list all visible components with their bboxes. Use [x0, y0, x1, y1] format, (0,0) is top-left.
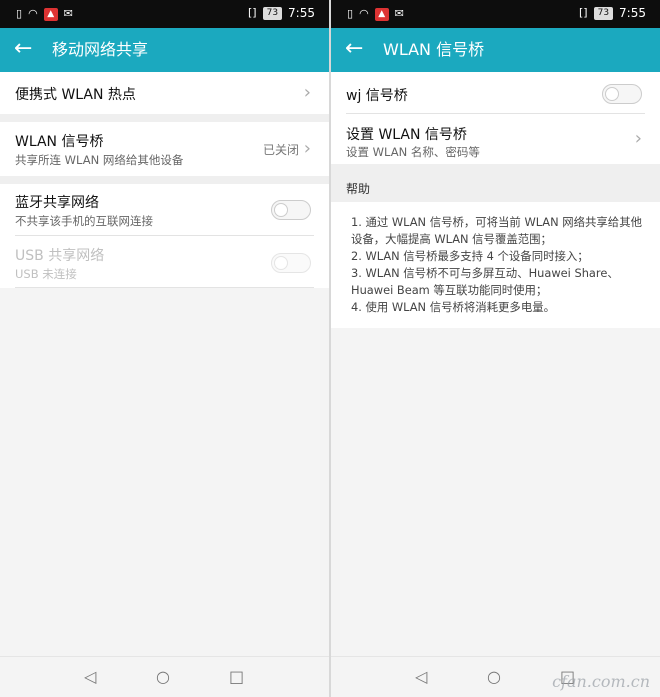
settings-list: wj 信号桥 设置 WLAN 信号桥 设置 WLAN 名称、密码等 › 帮助 1… — [331, 72, 660, 328]
help-text: 1. 通过 WLAN 信号桥，可将当前 WLAN 网络共享给其他设备，大幅提高 … — [331, 202, 660, 328]
nav-home-icon[interactable]: ○ — [487, 667, 501, 687]
list-item-title: USB 共享网络 — [15, 248, 105, 264]
help-header-label: 帮助 — [346, 182, 371, 196]
message-icon: ✉ — [394, 7, 404, 20]
bluetooth-tethering-toggle[interactable] — [271, 200, 311, 220]
alert-icon: ▲ — [374, 7, 389, 21]
section-gap — [331, 164, 660, 172]
vibrate-icon: [] — [248, 6, 257, 19]
settings-list: 便携式 WLAN 热点 › WLAN 信号桥 共享所连 WLAN 网络给其他设备… — [0, 72, 329, 288]
status-text: 已关闭 — [262, 143, 299, 157]
status-bar: ▯ ◠ ▲ ✉ [] 73 7:55 — [0, 0, 329, 28]
wj-bridge-toggle[interactable] — [602, 84, 642, 104]
chevron-right-icon: › — [303, 138, 311, 159]
toggle-knob — [274, 256, 288, 270]
app-bar: ← WLAN 信号桥 — [331, 28, 660, 72]
list-item-usb-tethering: USB 共享网络 USB 未连接 — [0, 236, 329, 288]
list-item-bluetooth-tethering: 蓝牙共享网络 不共享该手机的互联网连接 — [0, 184, 329, 236]
chevron-right-icon: › — [303, 82, 311, 103]
message-icon: ✉ — [63, 7, 73, 20]
toggle-knob — [274, 203, 288, 217]
list-item-wj-bridge: wj 信号桥 — [331, 72, 660, 114]
wifi-icon: ◠ — [28, 7, 38, 20]
list-item-wlan-bridge[interactable]: WLAN 信号桥 共享所连 WLAN 网络给其他设备 已关闭 › — [0, 122, 329, 176]
status-icons-left: ▯ ◠ ▲ ✉ — [347, 7, 404, 21]
usb-tethering-toggle[interactable] — [271, 253, 311, 273]
help-line: 3. WLAN 信号桥不可与多屏互动、Huawei Share、Huawei B… — [351, 266, 619, 297]
help-line: 2. WLAN 信号桥最多支持 4 个设备同时接入； — [351, 249, 589, 263]
list-item-title: 便携式 WLAN 热点 — [15, 87, 136, 103]
list-item-subtitle: 设置 WLAN 名称、密码等 — [346, 145, 480, 159]
status-icons-left: ▯ ◠ ▲ ✉ — [16, 7, 73, 21]
nav-back-icon[interactable]: ◁ — [84, 667, 96, 687]
vibrate-icon: [] — [579, 6, 588, 19]
divider — [15, 287, 314, 288]
right-screen: ▯ ◠ ▲ ✉ [] 73 7:55 ← WLAN 信号桥 wj 信号桥 设置 … — [331, 0, 660, 697]
phone-icon: ▯ — [347, 7, 354, 20]
toggle-knob — [605, 87, 619, 101]
clock: 7:55 — [619, 6, 646, 20]
list-item-wlan-bridge-settings[interactable]: 设置 WLAN 信号桥 设置 WLAN 名称、密码等 › — [331, 114, 660, 164]
list-item-title: 蓝牙共享网络 — [15, 195, 99, 211]
nav-home-icon[interactable]: ○ — [156, 667, 170, 687]
back-arrow-icon[interactable]: ← — [14, 37, 32, 61]
help-line: 4. 使用 WLAN 信号桥将消耗更多电量。 — [351, 300, 555, 314]
watermark: cfan.com.cn — [552, 672, 650, 691]
navigation-bar: ◁ ○ □ cfan.com.cn — [331, 656, 660, 697]
battery-level: 73 — [262, 6, 283, 20]
navigation-bar: ◁ ○ □ — [0, 656, 329, 697]
wifi-icon: ◠ — [359, 7, 369, 20]
list-item-subtitle: USB 未连接 — [15, 267, 77, 281]
help-line: 1. 通过 WLAN 信号桥，可将当前 WLAN 网络共享给其他设备，大幅提高 … — [351, 215, 642, 246]
list-item-portable-hotspot[interactable]: 便携式 WLAN 热点 › — [0, 72, 329, 114]
list-item-subtitle: 不共享该手机的互联网连接 — [15, 214, 153, 228]
list-item-title: wj 信号桥 — [346, 88, 408, 104]
left-screen: ▯ ◠ ▲ ✉ [] 73 7:55 ← 移动网络共享 便携式 WLAN 热点 … — [0, 0, 329, 697]
alert-icon: ▲ — [43, 7, 58, 21]
phone-icon: ▯ — [16, 7, 23, 20]
status-icons-right: [] 73 7:55 — [248, 6, 315, 20]
back-arrow-icon[interactable]: ← — [345, 37, 363, 61]
list-item-title: WLAN 信号桥 — [15, 134, 104, 150]
nav-back-icon[interactable]: ◁ — [415, 667, 427, 687]
list-item-title: 设置 WLAN 信号桥 — [346, 127, 467, 143]
page-title: 移动网络共享 — [52, 40, 149, 59]
status-icons-right: [] 73 7:55 — [579, 6, 646, 20]
page-title: WLAN 信号桥 — [383, 40, 485, 59]
status-bar: ▯ ◠ ▲ ✉ [] 73 7:55 — [331, 0, 660, 28]
clock: 7:55 — [288, 6, 315, 20]
nav-recent-icon[interactable]: □ — [229, 667, 244, 687]
list-item-subtitle: 共享所连 WLAN 网络给其他设备 — [15, 153, 184, 167]
battery-level: 73 — [593, 6, 614, 20]
section-gap — [0, 176, 329, 184]
chevron-right-icon: › — [634, 128, 642, 149]
section-gap — [0, 114, 329, 122]
help-section-header: 帮助 — [331, 172, 660, 202]
app-bar: ← 移动网络共享 — [0, 28, 329, 72]
